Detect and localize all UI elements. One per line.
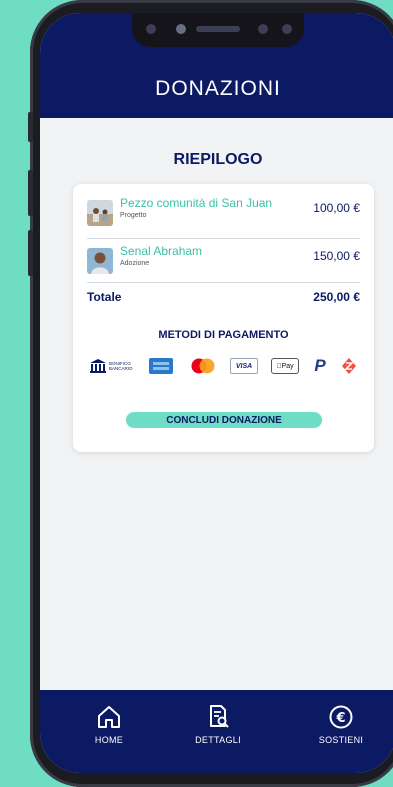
total-value: 250,00 € xyxy=(313,290,360,304)
bottom-nav: HOME DETTAGLI € SOSTIENI xyxy=(40,690,393,773)
list-item[interactable]: Pezzo comunità di San Juan Progetto 100,… xyxy=(87,196,360,234)
divider xyxy=(87,282,360,283)
list-item[interactable]: Senal Abraham Adozione 150,00 € xyxy=(87,244,360,282)
american-express-icon[interactable] xyxy=(148,356,174,376)
nav-label: SOSTIENI xyxy=(318,735,364,745)
payment-methods: BONIFICO BANCARIO VISA Pay P xyxy=(87,356,362,378)
main-content: RIEPILOGO Pezzo comunità di San Juan Pro… xyxy=(40,118,393,690)
nav-details[interactable]: DETTAGLI xyxy=(173,704,263,745)
total-label: Totale xyxy=(87,290,122,304)
details-icon xyxy=(210,705,229,728)
home-icon xyxy=(98,706,120,728)
side-button xyxy=(28,230,33,276)
item-name: Pezzo comunità di San Juan xyxy=(120,196,273,210)
paypal-label: P xyxy=(314,356,326,375)
camera-notch xyxy=(132,13,304,47)
page-title: DONAZIONI xyxy=(155,77,281,100)
payment-methods-title: METODI DI PAGAMENTO xyxy=(158,329,289,341)
item-type: Adozione xyxy=(120,260,150,267)
project-photo-icon xyxy=(87,200,113,226)
apple-pay-label: Pay xyxy=(278,362,294,370)
svg-text:€: € xyxy=(335,711,345,726)
item-price: 100,00 € xyxy=(313,201,360,215)
top-bar: DONAZIONI xyxy=(40,13,393,118)
item-price: 150,00 € xyxy=(313,249,360,263)
complete-donation-button[interactable]: CONCLUDI DONAZIONE xyxy=(126,412,322,428)
side-button xyxy=(28,170,33,216)
nav-label: HOME xyxy=(94,735,124,745)
child-photo-icon xyxy=(87,248,113,274)
satispay-icon[interactable] xyxy=(339,356,359,376)
paypal-icon[interactable]: P xyxy=(311,356,329,376)
summary-card: Pezzo comunità di San Juan Progetto 100,… xyxy=(73,184,374,452)
bank-transfer-icon[interactable]: BONIFICO BANCARIO xyxy=(87,356,133,376)
app-screen: DONAZIONI RIEPILOGO Pezzo comunità di Sa… xyxy=(40,13,393,773)
nav-label: DETTAGLI xyxy=(195,735,241,745)
euro-icon: € xyxy=(329,705,353,729)
mastercard-icon[interactable] xyxy=(188,356,218,376)
summary-title: RIEPILOGO xyxy=(173,151,263,168)
side-button xyxy=(28,112,33,142)
visa-icon[interactable]: VISA xyxy=(230,356,258,376)
divider xyxy=(87,238,360,239)
bank-transfer-label: BONIFICO BANCARIO xyxy=(109,361,133,371)
item-type: Progetto xyxy=(120,212,147,219)
apple-pay-icon[interactable]:  Pay xyxy=(271,356,299,376)
nav-support[interactable]: € SOSTIENI xyxy=(296,704,386,745)
visa-label: VISA xyxy=(235,362,253,370)
nav-home[interactable]: HOME xyxy=(64,704,154,745)
item-name: Senal Abraham xyxy=(120,244,203,258)
